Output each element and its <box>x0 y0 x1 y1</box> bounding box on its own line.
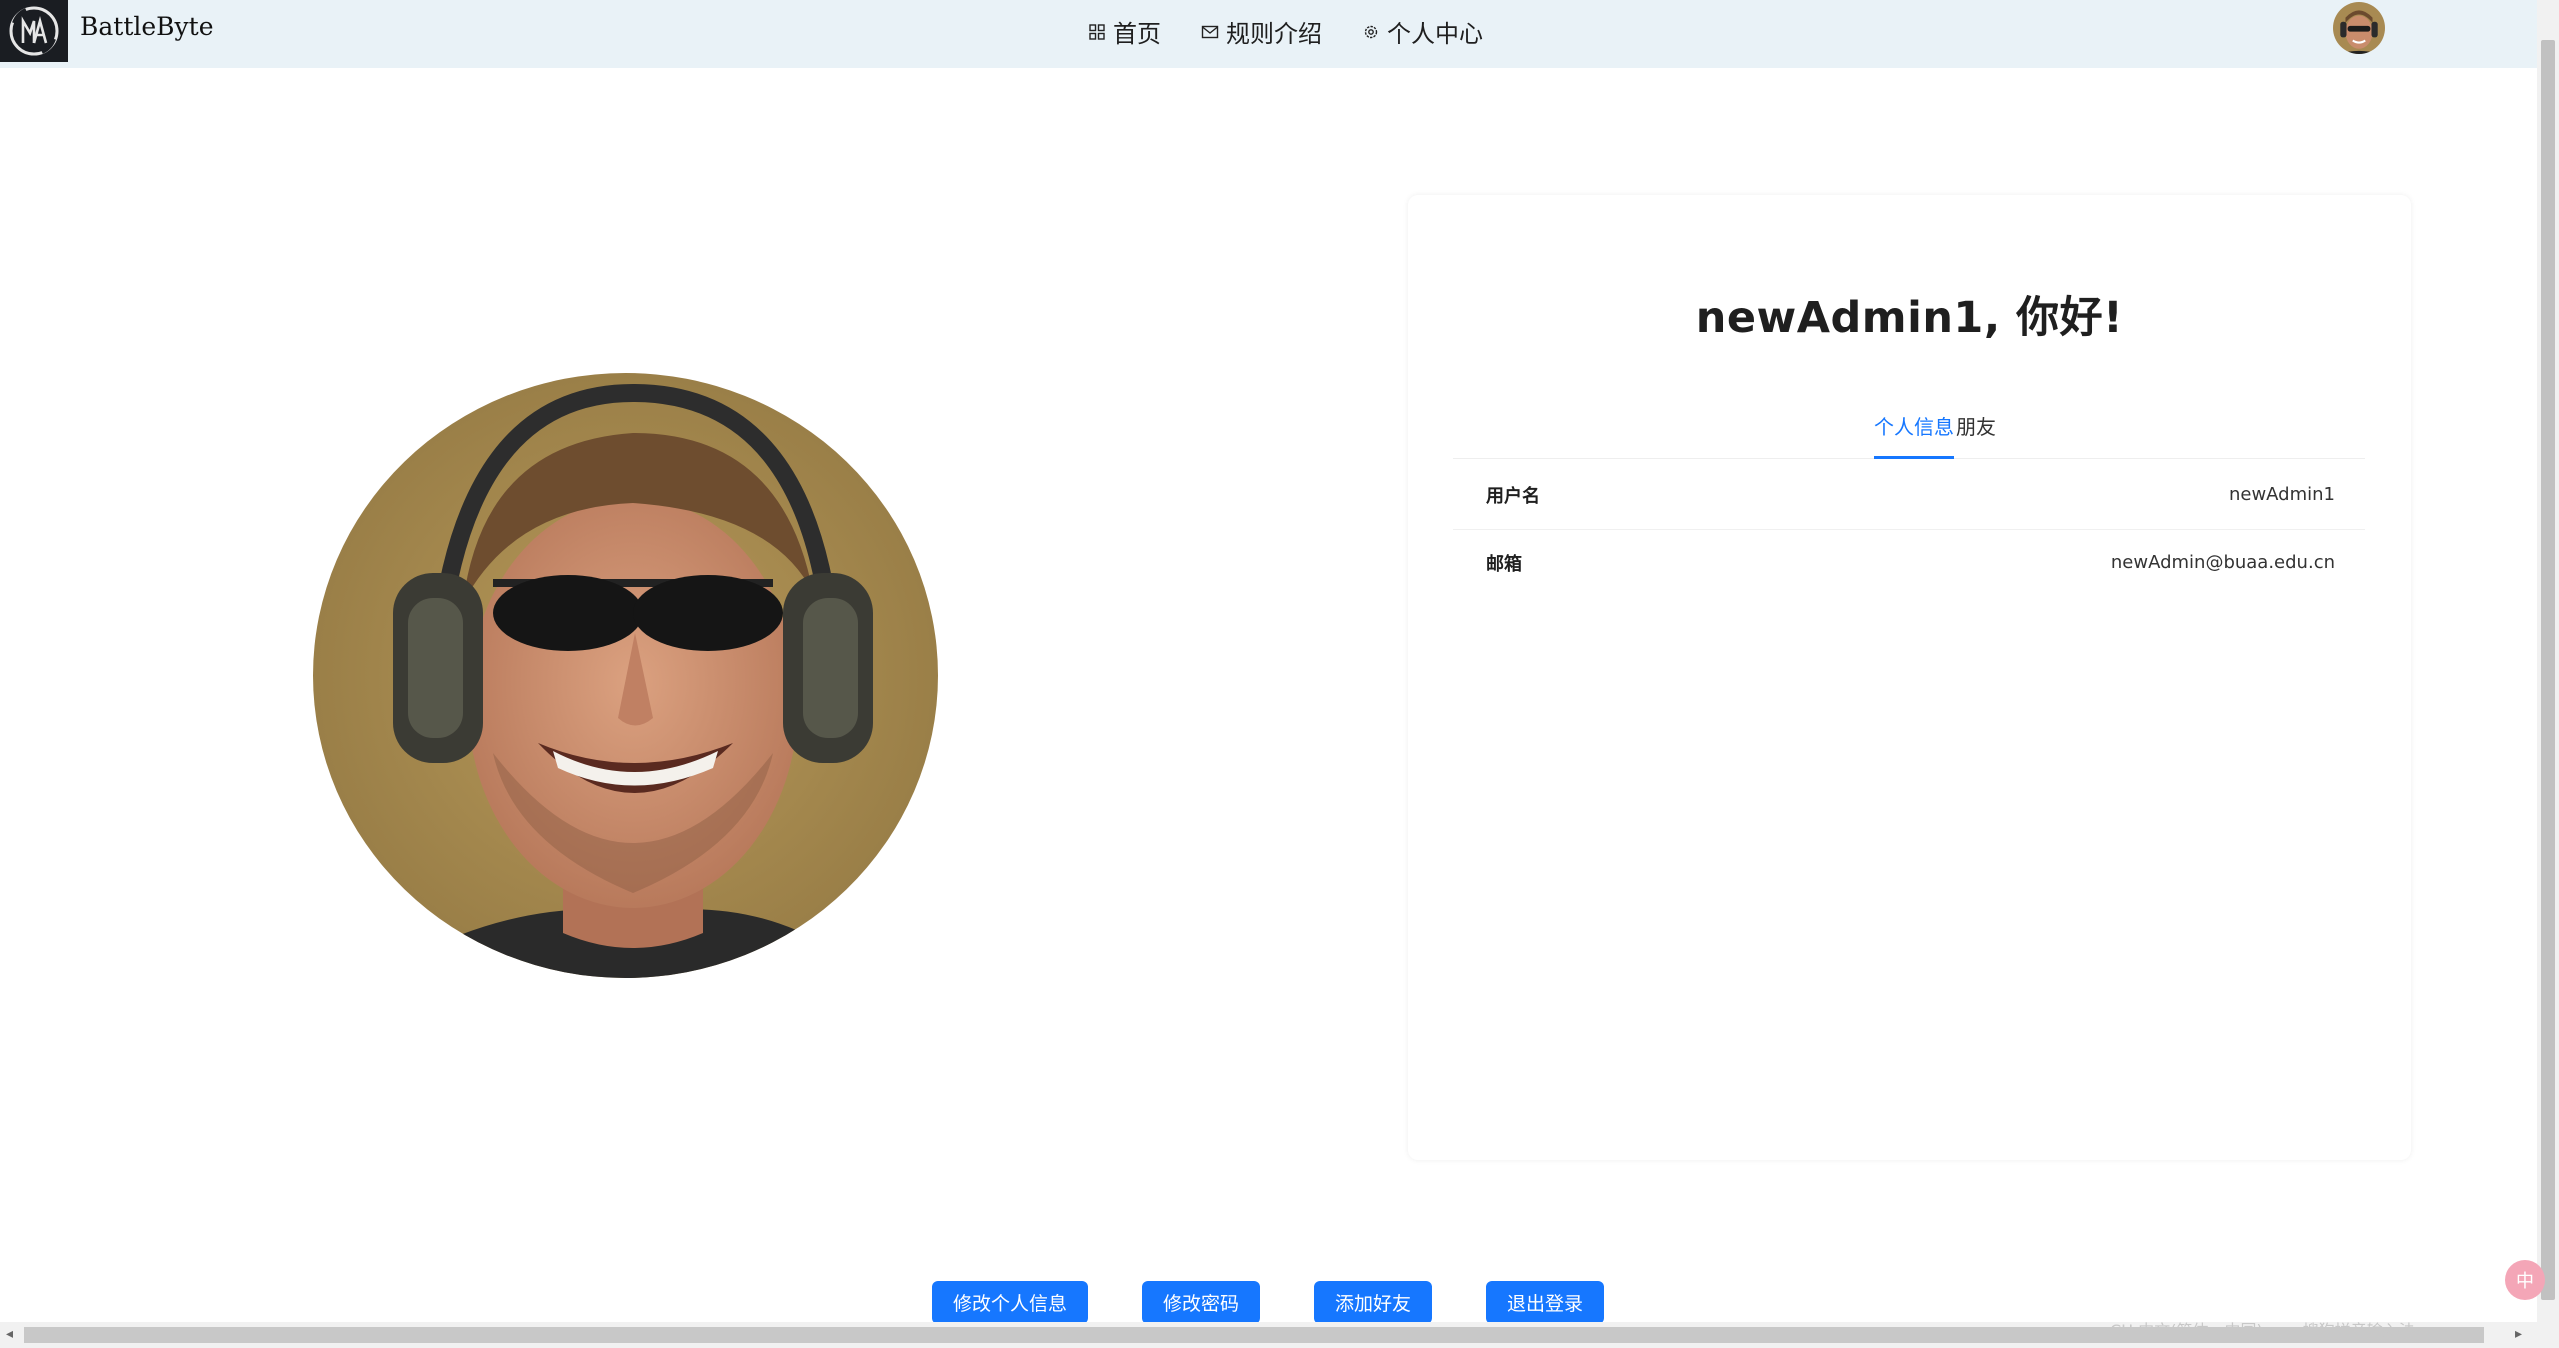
info-row-username: 用户名 newAdmin1 <box>1453 462 2365 530</box>
vertical-scrollbar[interactable] <box>2537 0 2559 1348</box>
profile-avatar <box>313 373 938 978</box>
ime-name: 搜狗拼音输入法 <box>2302 1321 2415 1340</box>
top-navbar: BattleByte 首页 规则介绍 个人中心 <box>0 0 2559 68</box>
logout-button[interactable]: 退出登录 <box>1486 1281 1604 1324</box>
main-nav: 首页 规则介绍 个人中心 <box>1088 14 1483 49</box>
gear-icon <box>1364 25 1378 38</box>
mail-icon <box>1201 25 1219 38</box>
ime-language: CH 中文(简体，中国) <box>2110 1321 2263 1340</box>
avatar-image <box>2333 2 2385 54</box>
user-avatar[interactable] <box>2333 2 2385 54</box>
info-value: newAdmin@buaa.edu.cn <box>2110 552 2335 573</box>
profile-photo <box>313 373 938 978</box>
grid-icon <box>1089 23 1105 40</box>
nav-item-label: 个人中心 <box>1387 20 1483 48</box>
logo-icon <box>9 6 59 56</box>
tab-personal-info[interactable]: 个人信息 <box>1874 407 1954 459</box>
edit-info-button[interactable]: 修改个人信息 <box>932 1281 1088 1324</box>
profile-card: newAdmin1, 你好! 个人信息 朋友 用户名 newAdmin1 邮箱 … <box>1408 195 2411 1160</box>
info-row-email: 邮箱 newAdmin@buaa.edu.cn <box>1453 530 2365 598</box>
profile-tabs: 个人信息 朋友 <box>1453 407 2365 459</box>
nav-item-label: 规则介绍 <box>1226 20 1322 48</box>
scroll-left-icon[interactable]: ◂ <box>6 1326 13 1342</box>
nav-item-label: 首页 <box>1113 20 1161 48</box>
info-label: 邮箱 <box>1486 554 1522 575</box>
brand-name: BattleByte <box>80 12 214 41</box>
tab-friends[interactable]: 朋友 <box>1956 407 1996 459</box>
ime-status-bar: CH 中文(简体，中国) 搜狗拼音输入法 <box>2110 1312 2530 1346</box>
nav-item-rules[interactable]: 规则介绍 <box>1201 14 1322 49</box>
info-label: 用户名 <box>1486 486 1540 507</box>
nav-item-profile[interactable]: 个人中心 <box>1362 14 1483 49</box>
add-friend-button[interactable]: 添加好友 <box>1314 1281 1432 1324</box>
logo[interactable] <box>0 0 68 62</box>
change-password-button[interactable]: 修改密码 <box>1142 1281 1260 1324</box>
greeting-title: newAdmin1, 你好! <box>1695 293 2124 343</box>
ime-float-icon[interactable]: 中 <box>2505 1260 2545 1300</box>
vertical-scroll-thumb[interactable] <box>2541 40 2555 1300</box>
info-value: newAdmin1 <box>2228 484 2335 505</box>
nav-item-home[interactable]: 首页 <box>1088 14 1161 49</box>
